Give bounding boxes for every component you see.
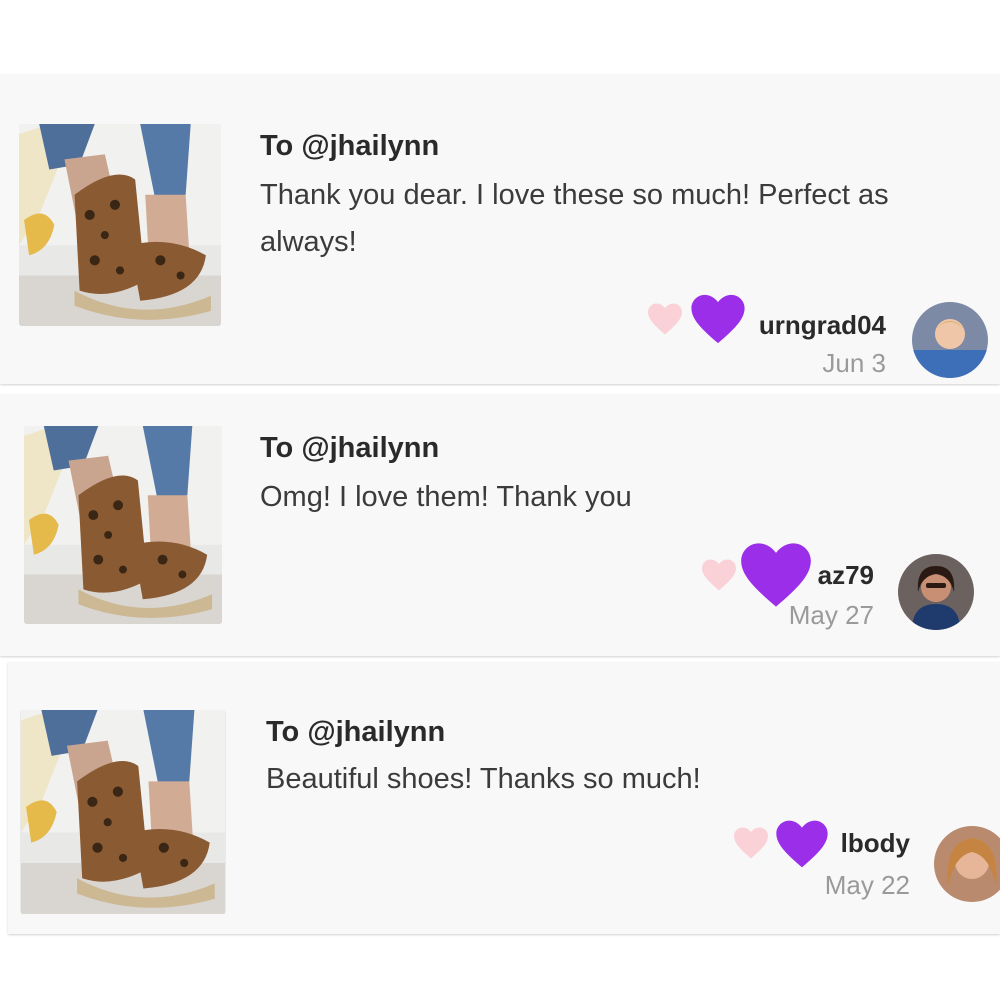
review-card: To @jhailynn Thank you dear. I love thes… [0, 74, 1000, 384]
user-photo-icon [912, 302, 988, 378]
avatar[interactable] [934, 826, 1000, 902]
sandal-photo-icon [19, 124, 221, 326]
avatar[interactable] [912, 302, 988, 378]
purple-heart-icon [776, 820, 828, 868]
reviewer-username[interactable]: urngrad04 [759, 310, 886, 341]
review-date: May 22 [824, 870, 910, 900]
heart-icon[interactable] [646, 302, 684, 336]
review-message: Thank you dear. I love these so much! Pe… [260, 179, 889, 258]
sandal-photo-icon [24, 426, 222, 624]
reviewer-username[interactable]: az79 [818, 560, 874, 591]
user-photo-icon [898, 554, 974, 630]
sandal-photo-icon [20, 710, 226, 914]
heart-icon[interactable] [732, 826, 770, 860]
review-message: Beautiful shoes! Thanks so much! [266, 763, 701, 795]
heart-icon[interactable] [700, 558, 738, 592]
review-message: Omg! I love them! Thank you [260, 481, 632, 513]
reviewer-username[interactable]: lbody [841, 828, 910, 859]
review-date: May 27 [788, 600, 874, 630]
avatar[interactable] [898, 554, 974, 630]
product-thumbnail[interactable] [24, 426, 222, 624]
product-thumbnail[interactable] [20, 710, 226, 914]
purple-heart-icon [691, 294, 745, 344]
user-photo-icon [934, 826, 1000, 902]
review-date: Jun 3 [822, 348, 886, 378]
review-card: To @jhailynn Omg! I love them! Thank you… [0, 394, 1000, 656]
recipient-label: To @jhailynn [266, 716, 446, 748]
review-card: To @jhailynn Beautiful shoes! Thanks so … [8, 662, 1000, 934]
recipient-label: To @jhailynn [260, 130, 440, 162]
product-thumbnail[interactable] [19, 124, 221, 326]
recipient-label: To @jhailynn [260, 432, 440, 464]
